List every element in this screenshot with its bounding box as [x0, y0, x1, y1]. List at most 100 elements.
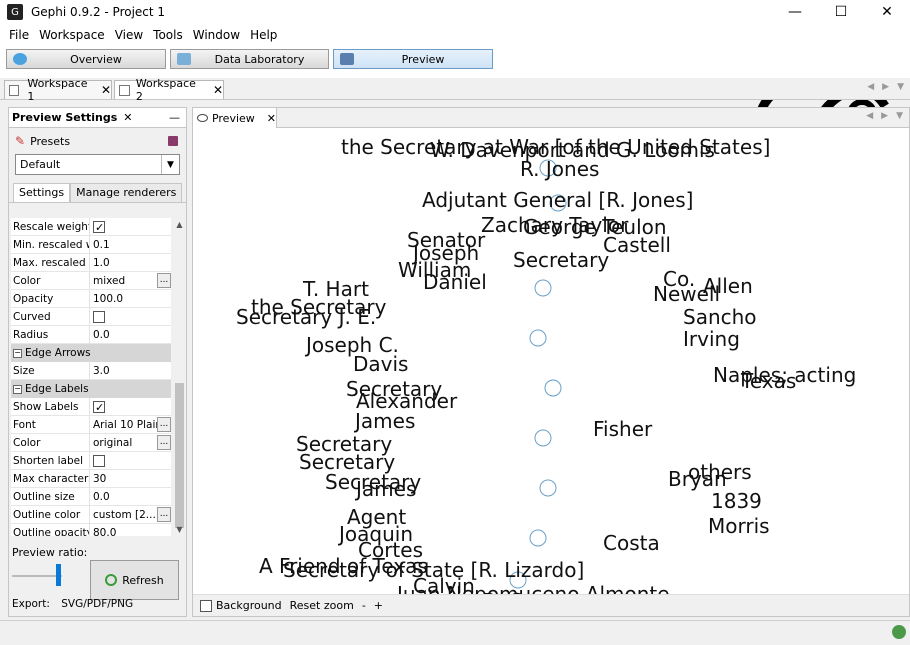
property-row: Font Arial 10 Plain...: [11, 415, 171, 434]
zoom-out-button[interactable]: -: [362, 599, 366, 612]
overview-button[interactable]: Overview: [6, 49, 166, 69]
graph-node: [529, 329, 547, 347]
close-button[interactable]: ✕: [864, 0, 910, 24]
tab-settings[interactable]: Settings: [13, 183, 71, 202]
close-tab-icon[interactable]: ✕: [213, 83, 223, 97]
reset-zoom-button[interactable]: Reset zoom: [290, 599, 354, 612]
property-value[interactable]: [90, 218, 171, 236]
tab-preview[interactable]: Preview ✕: [193, 108, 277, 128]
graph-node-label: Newell: [653, 282, 720, 306]
scroll-up-icon[interactable]: ▲: [173, 220, 186, 229]
close-tab-icon[interactable]: ✕: [267, 112, 276, 125]
property-row: Outline opacity 80.0: [11, 523, 171, 537]
property-value[interactable]: original...: [90, 434, 171, 452]
property-checkbox[interactable]: [93, 454, 105, 467]
property-value[interactable]: custom [2......: [90, 506, 171, 524]
property-label: Min. rescaled w: [11, 235, 90, 254]
property-row: Min. rescaled w 0.1: [11, 235, 171, 254]
graph-node-label: Irving: [683, 327, 740, 351]
graph-node-label: 1839: [711, 489, 762, 513]
scroll-left-icon[interactable]: ◀: [867, 82, 874, 92]
property-row: Shorten label: [11, 451, 171, 470]
property-checkbox[interactable]: [93, 219, 105, 236]
maximize-button[interactable]: ☐: [818, 0, 864, 24]
refresh-button[interactable]: Refresh: [90, 560, 179, 600]
property-value-text: mixed: [93, 274, 126, 287]
property-value[interactable]: mixed...: [90, 272, 171, 290]
menu-window[interactable]: Window: [188, 28, 245, 42]
section-label: Edge Labels: [25, 383, 89, 395]
menu-view[interactable]: View: [110, 28, 148, 42]
ellipsis-button[interactable]: ...: [157, 434, 171, 450]
minimize-panel-icon[interactable]: —: [169, 111, 180, 124]
ellipsis-button[interactable]: ...: [157, 272, 171, 288]
zoom-in-button[interactable]: +: [374, 599, 383, 612]
preview-button[interactable]: Preview: [333, 49, 493, 69]
data-laboratory-button[interactable]: Data Laboratory: [170, 49, 329, 69]
property-section[interactable]: − Edge Labels: [11, 380, 171, 398]
collapse-icon[interactable]: −: [13, 384, 22, 394]
property-label: Curved: [11, 307, 90, 326]
graph-node: [529, 529, 547, 547]
menu-workspace[interactable]: Workspace: [34, 28, 110, 42]
scroll-right-icon[interactable]: ▶: [882, 82, 889, 92]
minimize-button[interactable]: —: [772, 0, 818, 24]
graph-node-label: Adjutant General [R. Jones]: [422, 188, 693, 212]
scroll-down-icon[interactable]: ▼: [173, 525, 186, 534]
preview-ratio-slider[interactable]: [12, 563, 82, 589]
preset-select[interactable]: Default ▼: [15, 154, 180, 175]
ellipsis-button[interactable]: ...: [157, 416, 171, 432]
table-icon: [177, 53, 191, 65]
export-formats-link[interactable]: SVG/PDF/PNG: [61, 598, 133, 610]
scroll-left-icon[interactable]: ◀: [866, 111, 873, 121]
save-preset-icon[interactable]: [168, 136, 178, 146]
property-value[interactable]: 100.0: [90, 290, 171, 308]
graph-node-label: James: [354, 477, 416, 501]
menu-help[interactable]: Help: [245, 28, 282, 42]
property-row: Color mixed...: [11, 271, 171, 290]
scroll-right-icon[interactable]: ▶: [881, 111, 888, 121]
property-value[interactable]: 80.0: [90, 524, 171, 537]
property-checkbox[interactable]: [93, 310, 105, 323]
property-row: Opacity 100.0: [11, 289, 171, 308]
dropdown-icon[interactable]: ▼: [896, 111, 903, 121]
graph-node-label: Fisher: [593, 417, 653, 441]
tab-manage-renderers[interactable]: Manage renderers: [70, 183, 183, 202]
menu-tools[interactable]: Tools: [148, 28, 188, 42]
scrollbar-thumb[interactable]: [175, 383, 184, 528]
ellipsis-button[interactable]: ...: [157, 506, 171, 522]
menu-file[interactable]: File: [4, 28, 34, 42]
background-checkbox[interactable]: [200, 599, 212, 612]
graph-node-label: R. Jones: [520, 157, 599, 181]
property-value[interactable]: 3.0: [90, 362, 171, 380]
graph-preview-canvas[interactable]: the Secretary at War [of the United Stat…: [193, 128, 909, 594]
property-value[interactable]: [90, 308, 171, 326]
tab-workspace-2[interactable]: Workspace 2 ✕: [114, 77, 224, 103]
property-scrollbar[interactable]: ▲ ▼: [173, 218, 186, 536]
property-value-text: original: [93, 436, 133, 449]
property-row: Rescale weight: [11, 218, 171, 236]
close-panel-icon[interactable]: ✕: [123, 111, 132, 124]
property-section[interactable]: − Edge Arrows: [11, 344, 171, 362]
preview-ratio-label: Preview ratio:: [12, 546, 88, 559]
property-checkbox[interactable]: [93, 399, 105, 416]
close-tab-icon[interactable]: ✕: [101, 83, 111, 97]
status-bar: [0, 620, 910, 645]
property-value-text: 3.0: [93, 364, 110, 377]
property-value-text: 1.0: [93, 256, 110, 269]
property-value[interactable]: 0.0: [90, 488, 171, 506]
property-label: Size: [11, 361, 90, 380]
property-value[interactable]: 1.0: [90, 254, 171, 272]
tab-workspace-1[interactable]: Workspace 1 ✕: [4, 77, 112, 103]
property-value[interactable]: 0.0: [90, 326, 171, 344]
property-label: Max. rescaled w: [11, 253, 90, 272]
dropdown-icon[interactable]: ▼: [897, 82, 904, 92]
property-value[interactable]: 0.1: [90, 236, 171, 254]
slider-knob[interactable]: [56, 564, 61, 586]
property-value[interactable]: Arial 10 Plain...: [90, 416, 171, 434]
chevron-down-icon: ▼: [161, 155, 179, 174]
property-value[interactable]: [90, 398, 171, 416]
property-value[interactable]: [90, 452, 171, 470]
property-value[interactable]: 30: [90, 470, 171, 488]
collapse-icon[interactable]: −: [13, 348, 22, 358]
